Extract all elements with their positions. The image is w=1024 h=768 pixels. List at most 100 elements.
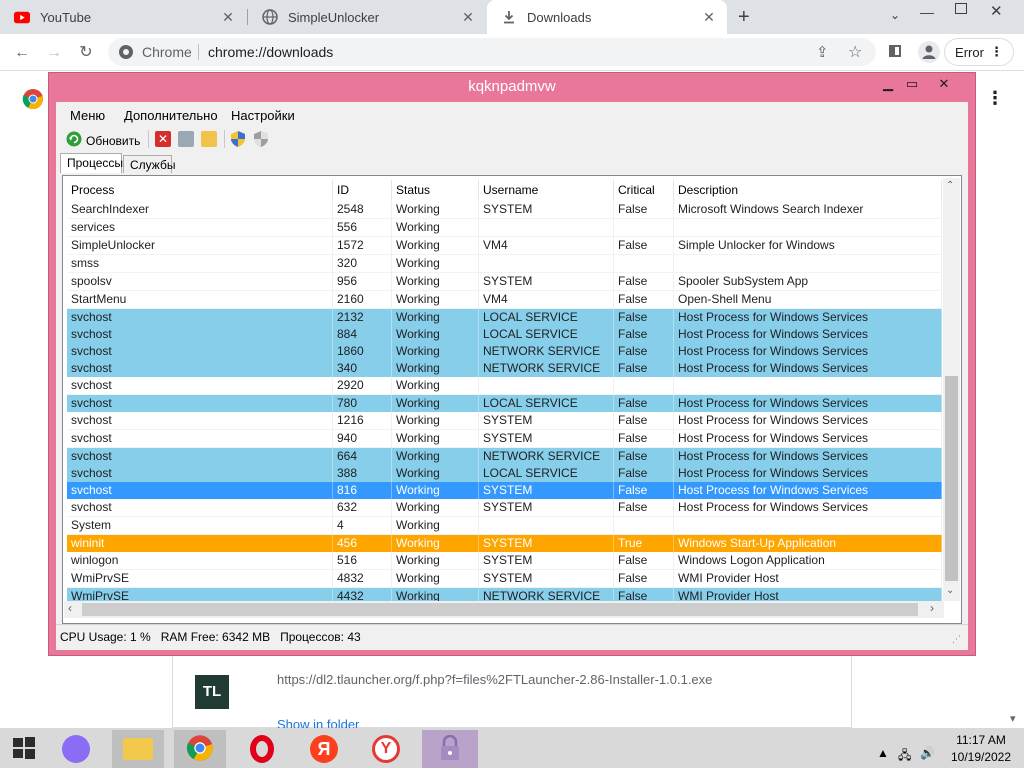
download-url[interactable]: https://dl2.tlauncher.org/f.php?f=files%… — [277, 672, 712, 687]
table-row[interactable]: svchost 664 Working NETWORK SERVICE False Hos… — [67, 448, 942, 465]
scroll-up-icon[interactable]: ⌃ — [946, 180, 954, 191]
cell-critical: False — [614, 499, 674, 516]
opera-button[interactable] — [236, 730, 288, 768]
yandex-button[interactable]: Я — [298, 730, 350, 768]
tab-youtube[interactable]: YouTube ✕ — [0, 0, 246, 34]
cell-status: Working — [392, 326, 479, 343]
network-icon[interactable]: 🖧 — [898, 746, 911, 767]
cell-status: Working — [392, 517, 479, 534]
table-row[interactable]: winlogon 516 Working SYSTEM False Windows Log… — [67, 552, 942, 570]
cell-process: svchost — [67, 482, 333, 499]
show-hidden-icons-icon[interactable]: ▲ — [877, 746, 889, 760]
tab-simpleunlocker[interactable]: SimpleUnlocker ✕ — [248, 0, 486, 34]
table-row[interactable]: spoolsv 956 Working SYSTEM False Spooler SubS… — [67, 273, 942, 291]
cell-critical: False — [614, 309, 674, 326]
kill-process-icon[interactable]: ✕ — [155, 131, 171, 147]
cell-status: Working — [392, 430, 479, 447]
close-icon[interactable]: ✕ — [220, 9, 236, 25]
table-row[interactable]: svchost 1216 Working SYSTEM False Host Proces… — [67, 412, 942, 430]
minimize-icon[interactable]: — — [920, 4, 934, 20]
table-row[interactable]: svchost 632 Working SYSTEM False Host Process… — [67, 499, 942, 517]
clock-time[interactable]: 11:17 AM — [950, 733, 1012, 747]
volume-icon[interactable]: 🔊 — [920, 746, 935, 760]
url-text[interactable]: chrome://downloads — [208, 44, 333, 60]
column-header-process[interactable]: Process — [67, 180, 333, 201]
scroll-down-icon[interactable]: ⌄ — [946, 585, 954, 596]
menu-item-menu[interactable]: Меню — [70, 108, 105, 123]
vertical-scroll-thumb[interactable] — [945, 376, 958, 581]
table-row[interactable]: SearchIndexer 2548 Working SYSTEM False Micro… — [67, 201, 942, 219]
resize-grip-icon[interactable]: ⋰ — [952, 634, 961, 645]
window-close-icon[interactable]: ✕ — [990, 2, 1003, 20]
forward-icon[interactable]: → — [44, 43, 64, 63]
table-row[interactable]: svchost 816 Working SYSTEM False Host Process… — [67, 482, 942, 499]
cell-process: System — [67, 517, 333, 534]
share-icon[interactable]: ⇪ — [816, 43, 829, 61]
simpleunlocker-taskbar-button[interactable] — [422, 730, 478, 768]
cell-process: svchost — [67, 430, 333, 447]
shield-icon[interactable] — [254, 131, 268, 150]
file-explorer-button[interactable] — [112, 730, 164, 768]
bookmark-star-icon[interactable]: ☆ — [848, 42, 862, 62]
chrome-taskbar-button[interactable] — [174, 730, 226, 768]
alice-assistant-button[interactable] — [50, 730, 102, 768]
delete-icon[interactable] — [178, 131, 194, 147]
table-row[interactable]: svchost 884 Working LOCAL SERVICE False Host … — [67, 326, 942, 343]
error-button[interactable]: Error ⋮ — [944, 38, 1014, 66]
column-header-critical[interactable]: Critical — [614, 180, 674, 201]
table-row[interactable]: svchost 2920 Working — [67, 377, 942, 395]
tab-services[interactable]: Службы — [123, 155, 175, 173]
table-row[interactable]: svchost 1860 Working NETWORK SERVICE False Ho… — [67, 343, 942, 360]
tab-search-chevron-icon[interactable]: ⌄ — [890, 8, 900, 22]
app-close-icon[interactable]: ✕ — [932, 74, 956, 94]
profile-avatar[interactable] — [918, 41, 940, 63]
side-panel-icon[interactable] — [889, 45, 901, 57]
column-header-id[interactable]: ID — [333, 180, 392, 201]
back-icon[interactable]: ← — [12, 43, 32, 63]
cell-process: svchost — [67, 360, 333, 377]
reload-icon[interactable]: ↻ — [76, 43, 96, 63]
table-row[interactable]: services 556 Working — [67, 219, 942, 237]
app-maximize-icon[interactable]: ▭ — [900, 74, 924, 94]
horizontal-scroll-thumb[interactable] — [82, 603, 918, 616]
cell-process: winlogon — [67, 552, 333, 569]
tab-processes[interactable]: Процессы — [60, 153, 123, 173]
clock-date[interactable]: 10/19/2022 — [950, 750, 1012, 764]
cell-process: svchost — [67, 465, 333, 482]
app-minimize-icon[interactable]: ▁ — [876, 74, 900, 94]
table-row[interactable]: StartMenu 2160 Working VM4 False Open-Shell M… — [67, 291, 942, 309]
cell-critical — [614, 219, 674, 236]
folder-icon[interactable] — [201, 131, 217, 147]
cell-id: 1572 — [333, 237, 392, 254]
cell-critical: False — [614, 465, 674, 482]
table-row[interactable]: svchost 388 Working LOCAL SERVICE False Host … — [67, 465, 942, 482]
close-icon[interactable]: ✕ — [701, 9, 717, 25]
table-row[interactable]: smss 320 Working — [67, 255, 942, 273]
table-row[interactable]: svchost 940 Working SYSTEM False Host Process… — [67, 430, 942, 448]
restore-icon[interactable] — [955, 3, 967, 14]
scroll-right-icon[interactable]: › — [930, 601, 934, 615]
shield-icon[interactable] — [231, 131, 245, 150]
table-row[interactable]: svchost 2132 Working LOCAL SERVICE False Host… — [67, 309, 942, 326]
new-tab-button[interactable]: + — [738, 6, 750, 29]
yandex-browser-button[interactable]: Y — [360, 730, 412, 768]
tab-downloads[interactable]: Downloads ✕ — [487, 0, 727, 34]
folder-icon — [123, 738, 153, 760]
table-row[interactable]: wininit 456 Working SYSTEM True Windows Start… — [67, 535, 942, 552]
start-button[interactable] — [0, 730, 48, 768]
menu-item-settings[interactable]: Настройки — [231, 108, 295, 123]
scroll-arrow-icon[interactable]: ▾ — [1010, 712, 1016, 725]
column-header-description[interactable]: Description — [674, 180, 942, 201]
refresh-button[interactable]: Обновить — [66, 131, 140, 150]
table-row[interactable]: WmiPrvSE 4832 Working SYSTEM False WMI Provid… — [67, 570, 942, 588]
column-header-username[interactable]: Username — [479, 180, 614, 201]
scroll-left-icon[interactable]: ‹ — [68, 601, 72, 615]
menu-item-advanced[interactable]: Дополнительно — [124, 108, 218, 123]
table-row[interactable]: svchost 340 Working NETWORK SERVICE False Hos… — [67, 360, 942, 377]
table-row[interactable]: System 4 Working — [67, 517, 942, 535]
table-row[interactable]: svchost 780 Working LOCAL SERVICE False Host … — [67, 395, 942, 412]
downloads-menu-icon[interactable]: ⋮ — [986, 88, 1004, 109]
column-header-status[interactable]: Status — [392, 180, 479, 201]
close-icon[interactable]: ✕ — [460, 9, 476, 25]
table-row[interactable]: SimpleUnlocker 1572 Working VM4 False Simple … — [67, 237, 942, 255]
